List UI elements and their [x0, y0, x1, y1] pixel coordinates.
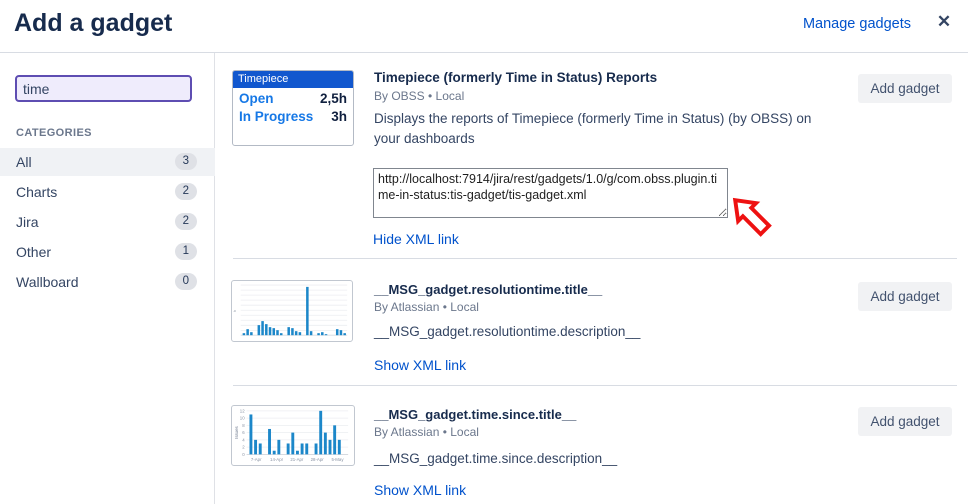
- svg-text:21-Apr: 21-Apr: [290, 457, 304, 462]
- svg-text:28-Apr: 28-Apr: [311, 457, 325, 462]
- gadget-byline: By OBSS • Local: [374, 89, 464, 103]
- status-value: 2,5h: [320, 91, 347, 106]
- svg-text:0: 0: [242, 452, 245, 457]
- status-label: Open: [239, 91, 274, 106]
- count-badge: 1: [175, 243, 197, 260]
- resolution-time-chart-thumbnail: h: [231, 280, 353, 342]
- show-xml-link[interactable]: Show XML link: [374, 357, 466, 373]
- add-gadget-button[interactable]: Add gadget: [858, 282, 952, 311]
- categories-heading: CATEGORIES: [16, 127, 92, 139]
- sidebar-item-other[interactable]: 1 Other: [0, 238, 215, 266]
- preview-row: In Progress 3h: [233, 106, 353, 124]
- svg-text:8: 8: [242, 423, 245, 428]
- entry-divider: [233, 258, 957, 259]
- timepiece-preview-thumbnail: Timepiece Open 2,5h In Progress 3h: [232, 70, 354, 146]
- status-value: 3h: [331, 109, 347, 124]
- show-xml-link[interactable]: Show XML link: [374, 482, 466, 498]
- red-cursor-arrow-icon: [729, 196, 789, 252]
- entry-divider: [233, 385, 957, 386]
- xml-url-textarea[interactable]: http://localhost:7914/jira/rest/gadgets/…: [373, 168, 728, 218]
- sidebar-item-label: Other: [16, 244, 51, 260]
- status-label: In Progress: [239, 109, 313, 124]
- count-badge: 0: [175, 273, 197, 290]
- add-gadget-button[interactable]: Add gadget: [858, 407, 952, 436]
- svg-text:4: 4: [242, 437, 245, 442]
- gadget-title: __MSG_gadget.time.since.title__: [374, 407, 576, 422]
- svg-text:6: 6: [242, 430, 245, 435]
- add-gadget-button[interactable]: Add gadget: [858, 74, 952, 103]
- svg-text:h: h: [232, 310, 237, 312]
- sidebar-item-label: Charts: [16, 184, 57, 200]
- gadget-byline: By Atlassian • Local: [374, 425, 479, 439]
- svg-text:Issues: Issues: [234, 426, 239, 439]
- sidebar-item-all[interactable]: 3 All: [0, 148, 215, 176]
- svg-text:5-May: 5-May: [331, 457, 344, 462]
- preview-header: Timepiece: [233, 71, 353, 88]
- sidebar-item-wallboard[interactable]: 0 Wallboard: [0, 268, 215, 296]
- count-badge: 2: [175, 183, 197, 200]
- count-badge: 3: [175, 153, 197, 170]
- sidebar-item-charts[interactable]: 2 Charts: [0, 178, 215, 206]
- gadget-title: __MSG_gadget.resolutiontime.title__: [374, 282, 602, 297]
- svg-text:10: 10: [240, 416, 245, 421]
- sidebar-item-label: All: [16, 154, 32, 170]
- count-badge: 2: [175, 213, 197, 230]
- close-icon[interactable]: ✕: [933, 11, 955, 33]
- svg-text:14-Apr: 14-Apr: [270, 457, 284, 462]
- gadget-byline: By Atlassian • Local: [374, 300, 479, 314]
- gadget-description: Displays the reports of Timepiece (forme…: [374, 109, 814, 149]
- svg-text:2: 2: [242, 445, 245, 450]
- sidebar-item-jira[interactable]: 2 Jira: [0, 208, 215, 236]
- page-title: Add a gadget: [14, 9, 172, 38]
- manage-gadgets-link[interactable]: Manage gadgets: [803, 16, 911, 32]
- search-input[interactable]: [15, 75, 192, 102]
- gadget-title: Timepiece (formerly Time in Status) Repo…: [374, 70, 657, 85]
- svg-text:7-Apr: 7-Apr: [251, 457, 262, 462]
- svg-text:12: 12: [240, 408, 245, 413]
- time-since-chart-thumbnail: 0 2 4 6 8 10 12 Issues 7-Apr 14-Apr 21-Apr 28-Apr 5-…: [231, 405, 355, 466]
- sidebar-item-label: Wallboard: [16, 274, 79, 290]
- gadget-description: __MSG_gadget.resolutiontime.description_…: [374, 322, 854, 342]
- gadget-description: __MSG_gadget.time.since.description__: [374, 449, 854, 469]
- sidebar-item-label: Jira: [16, 214, 39, 230]
- preview-row: Open 2,5h: [233, 88, 353, 106]
- hide-xml-link[interactable]: Hide XML link: [373, 231, 459, 247]
- sidebar: CATEGORIES 3 All 2 Charts 2 Jira 1 Other…: [0, 53, 215, 504]
